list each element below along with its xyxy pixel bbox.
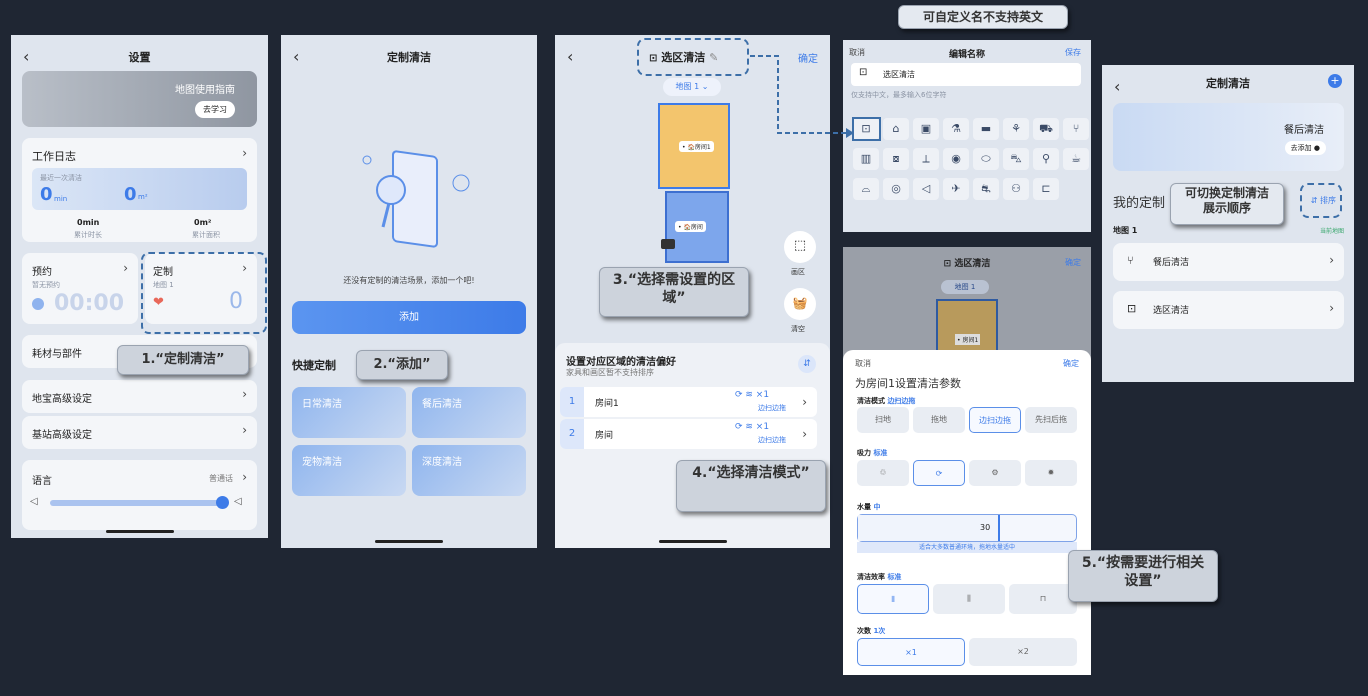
callout-sort-hint: 可切换定制清洁展示顺序	[1170, 183, 1284, 225]
callout-step1: 1.“定制清洁”	[117, 345, 249, 375]
callout-name-hint: 可自定义名不支持英文	[898, 5, 1068, 29]
callout-step5: 5.“按需要进行相关设置”	[1068, 550, 1218, 602]
callout-step4: 4.“选择清洁模式”	[676, 460, 826, 512]
callout-step3: 3.“选择需设置的区域”	[599, 267, 749, 317]
callout-step2: 2.“添加”	[356, 350, 448, 380]
